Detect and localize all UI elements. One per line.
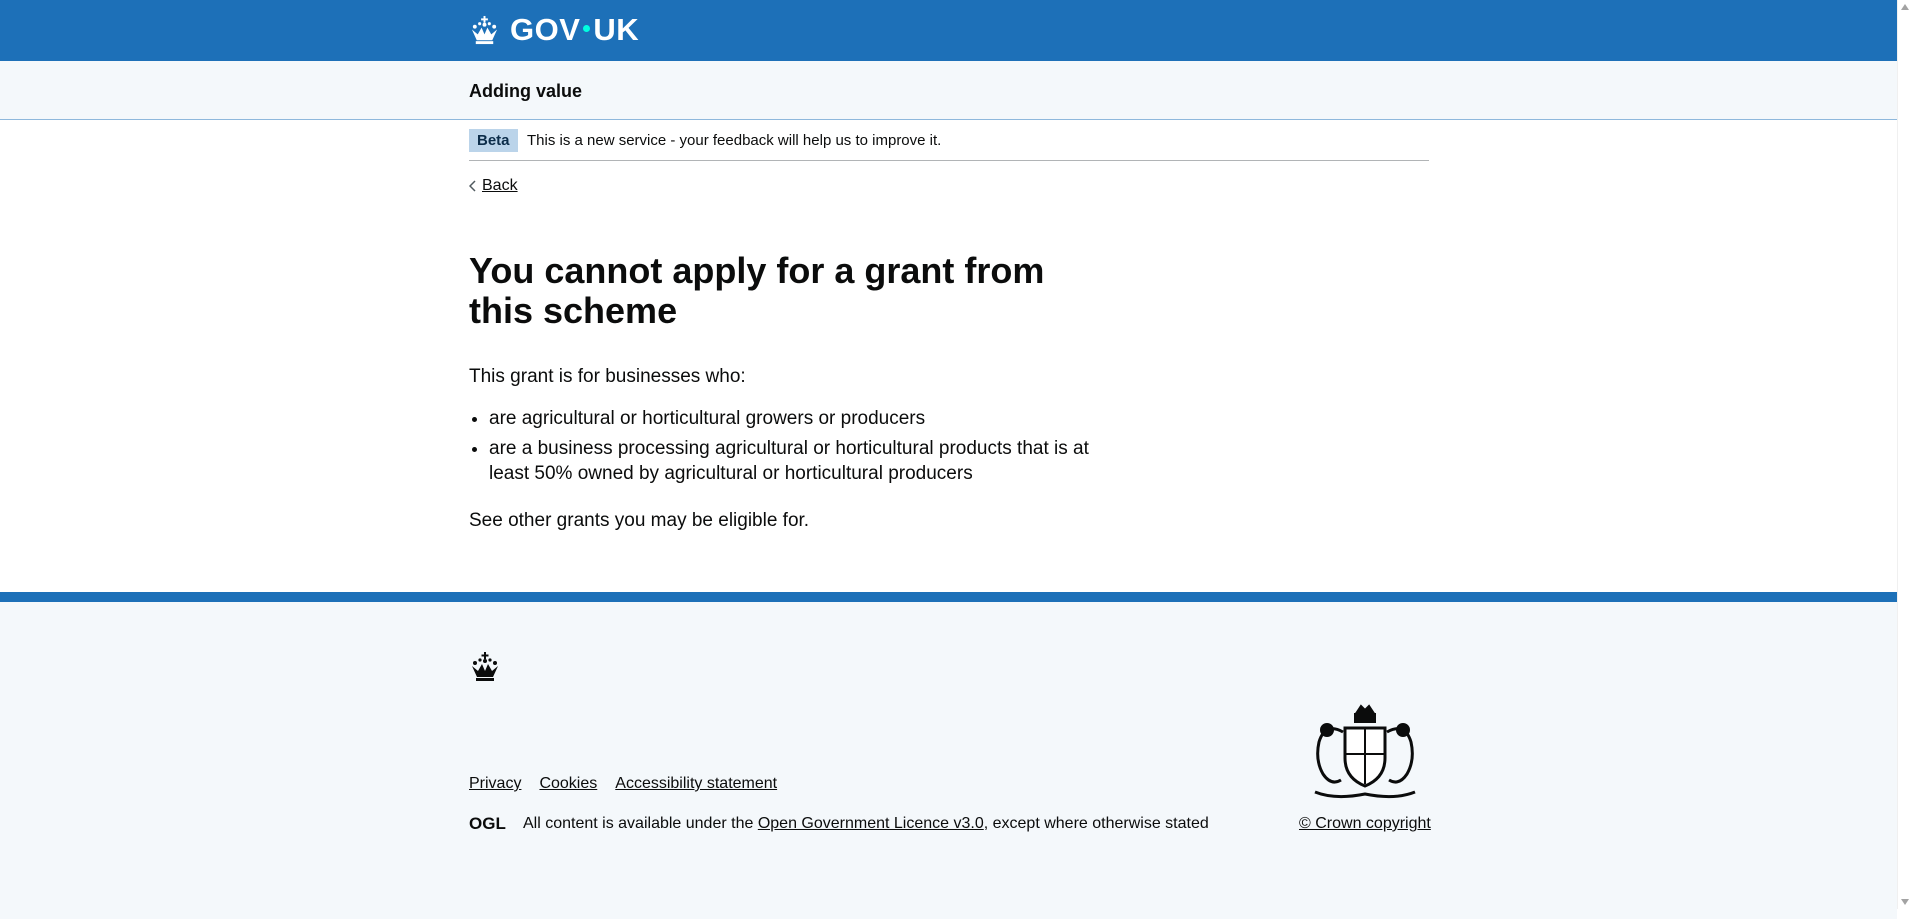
chevron-left-icon xyxy=(469,180,476,192)
licence-link[interactable]: Open Government Licence v3.0 xyxy=(758,815,984,832)
page: GOV UK Adding value Beta This is a new se… xyxy=(0,0,1897,919)
logo-dot xyxy=(583,25,591,33)
vertical-scrollbar[interactable] xyxy=(1897,0,1912,909)
back-link[interactable]: Back xyxy=(469,176,518,196)
crown-icon xyxy=(472,652,498,681)
scroll-down-arrow-icon[interactable] xyxy=(1901,899,1909,905)
page-title: You cannot apply for a grant from this s… xyxy=(469,250,1045,331)
footer-link-accessibility[interactable]: Accessibility statement xyxy=(615,774,777,794)
govuk-logo-link[interactable]: GOV UK xyxy=(469,12,639,48)
ogl-logo-icon: OGL xyxy=(469,814,506,831)
service-name-link[interactable]: Adding value xyxy=(469,80,582,102)
phase-banner-text: This is a new service - your feedback wi… xyxy=(527,132,942,149)
footer-link-cookies[interactable]: Cookies xyxy=(539,774,597,794)
govuk-footer: Privacy Cookies Accessibility statement … xyxy=(0,592,1897,919)
crown-icon xyxy=(471,15,498,44)
footer-link-privacy[interactable]: Privacy xyxy=(469,774,521,794)
licence-text: All content is available under the Open … xyxy=(523,815,1209,832)
govuk-header: GOV UK xyxy=(0,0,1897,61)
intro-text: This grant is for businesses who: xyxy=(469,366,746,387)
criteria-list: are agricultural or horticultural grower… xyxy=(469,406,1109,491)
criteria-item: are a business processing agricultural o… xyxy=(489,436,1109,486)
service-navigation: Adding value xyxy=(0,61,1897,120)
svg-text:OGL: OGL xyxy=(469,814,506,831)
other-grants-text: See other grants you may be eligible for… xyxy=(469,510,810,531)
royal-coat-of-arms-icon xyxy=(1314,704,1416,799)
govuk-wordmark: GOV UK xyxy=(510,12,640,47)
back-link-label: Back xyxy=(482,177,518,194)
scroll-up-arrow-icon[interactable] xyxy=(1901,4,1909,10)
footer-links: Privacy Cookies Accessibility statement xyxy=(469,774,777,794)
criteria-item: are agricultural or horticultural grower… xyxy=(489,406,1109,431)
phase-tag: Beta xyxy=(469,129,518,152)
crown-copyright-link[interactable]: © Crown copyright xyxy=(1299,814,1431,834)
phase-banner: Beta This is a new service - your feedba… xyxy=(469,127,1429,161)
